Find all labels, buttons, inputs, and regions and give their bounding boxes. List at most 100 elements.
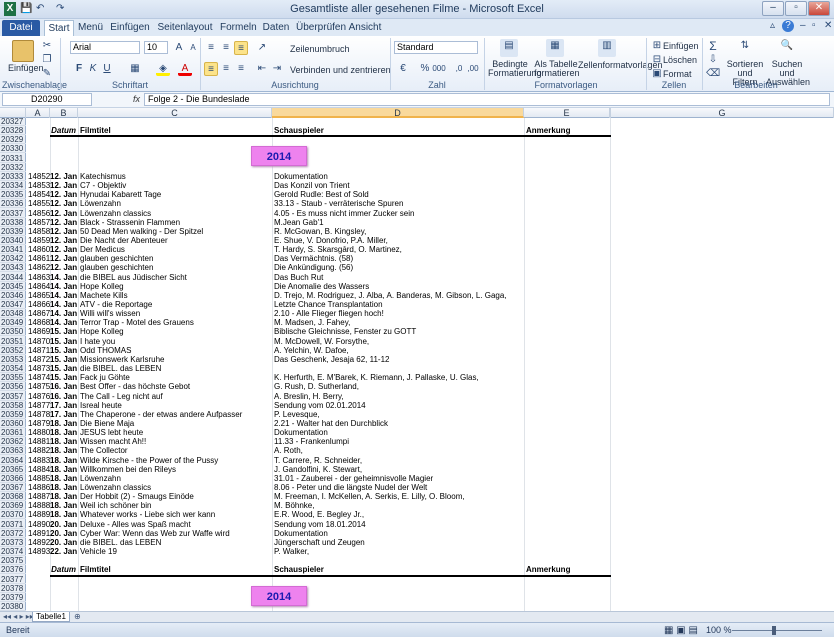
cell-actors[interactable]: M. McDowell, W. Forsythe,: [274, 338, 524, 346]
cell-number[interactable]: 14876: [28, 393, 50, 401]
row-header[interactable]: 20329: [0, 136, 26, 145]
align-left-icon[interactable]: ≡: [204, 62, 218, 76]
cell-film-title[interactable]: Hope Kolleg: [80, 283, 270, 291]
name-box[interactable]: D20290: [2, 93, 92, 106]
row-header[interactable]: 20342: [0, 255, 26, 264]
row-header[interactable]: 20350: [0, 328, 26, 337]
insert-cells-button[interactable]: Einfügen: [663, 41, 699, 51]
cell-actors[interactable]: 2.21 - Walter hat den Durchblick: [274, 420, 524, 428]
cell-film-title[interactable]: Löwenzahn classics: [80, 484, 270, 492]
cell-film-title[interactable]: The Call - Leg nicht auf: [80, 393, 270, 401]
cell-number[interactable]: 14863: [28, 274, 50, 282]
cell-actors[interactable]: P. Levesque,: [274, 411, 524, 419]
cell-date[interactable]: 18. Jan: [50, 429, 78, 437]
row-header[interactable]: 20340: [0, 236, 26, 245]
cell-film-title[interactable]: Löwenzahn classics: [80, 210, 270, 218]
cell-date[interactable]: 12. Jan: [50, 228, 78, 236]
cell-number[interactable]: 14853: [28, 182, 50, 190]
align-top-icon[interactable]: ≡: [204, 41, 218, 55]
row-header[interactable]: 20367: [0, 484, 26, 492]
column-header-e[interactable]: E: [524, 108, 610, 118]
minimize-ribbon-icon[interactable]: ▵: [770, 20, 775, 31]
cell-date[interactable]: 14. Jan: [50, 274, 78, 282]
cell-film-title[interactable]: Katechismus: [80, 173, 270, 181]
row-header[interactable]: 20365: [0, 465, 26, 474]
cell-number[interactable]: 14854: [28, 191, 50, 199]
row-header[interactable]: 20360: [0, 419, 26, 428]
cell-actors[interactable]: P. Walker,: [274, 548, 524, 556]
cell-number[interactable]: 14891: [28, 530, 50, 538]
row-header[interactable]: 20347: [0, 301, 26, 309]
cell-actors[interactable]: D. Trejo, M. Rodriguez, J. Alba, A. Band…: [274, 292, 524, 300]
row-header[interactable]: 20357: [0, 392, 26, 401]
cell-date[interactable]: 18. Jan: [50, 493, 78, 501]
cell-date[interactable]: 14. Jan: [50, 283, 78, 291]
cell-film-title[interactable]: C7 - Objektiv: [80, 182, 270, 190]
cell-grid[interactable]: Datum Filmtitel Schauspieler Anmerkung 2014 1…: [26, 118, 834, 611]
cell-number[interactable]: 14883: [28, 457, 50, 465]
cell-number[interactable]: 14859: [28, 237, 50, 245]
row-header[interactable]: 20327: [0, 118, 26, 126]
sheet-nav-icon[interactable]: ◂◂ ◂ ▸ ▸▸: [3, 612, 34, 621]
cell-date[interactable]: 14. Jan: [50, 319, 78, 327]
currency-icon[interactable]: €: [396, 62, 410, 76]
cell-actors[interactable]: Gerold Rudle: Best of Sold: [274, 191, 524, 199]
cell-number[interactable]: 14869: [28, 328, 50, 336]
sheet-tab-tabelle1[interactable]: Tabelle1: [32, 612, 70, 622]
cell-date[interactable]: 15. Jan: [50, 338, 78, 346]
cell-date[interactable]: 12. Jan: [50, 173, 78, 181]
paste-icon[interactable]: [12, 40, 34, 62]
underline-icon[interactable]: U: [100, 62, 114, 76]
row-header[interactable]: 20330: [0, 145, 26, 154]
cell-film-title[interactable]: Missionswerk Karlsruhe: [80, 356, 270, 364]
cell-number[interactable]: 14867: [28, 310, 50, 318]
cell-date[interactable]: 20. Jan: [50, 521, 78, 529]
cell-actors[interactable]: G. Rush, D. Sutherland,: [274, 383, 524, 391]
delete-cells-icon[interactable]: ⊟: [650, 53, 664, 67]
cell-film-title[interactable]: Hynudai Kabarett Tage: [80, 191, 270, 199]
cell-film-title[interactable]: Willi will's wissen: [80, 310, 270, 318]
cell-date[interactable]: 12. Jan: [50, 191, 78, 199]
cell-film-title[interactable]: die BIBEL. das LEBEN: [80, 365, 270, 373]
cell-actors[interactable]: [274, 365, 524, 373]
row-header[interactable]: 20366: [0, 474, 26, 483]
window-restore-icon[interactable]: ▫: [812, 20, 816, 31]
align-bottom-icon[interactable]: ≡: [234, 41, 248, 55]
cell-actors[interactable]: Sendung vom 18.01.2014: [274, 521, 524, 529]
cell-date[interactable]: 22. Jan: [50, 548, 78, 556]
cell-number[interactable]: 14887: [28, 493, 50, 501]
cell-film-title[interactable]: Odd THOMAS: [80, 347, 270, 355]
cell-date[interactable]: 18. Jan: [50, 438, 78, 446]
cell-number[interactable]: 14852: [28, 173, 50, 181]
row-header[interactable]: 20332: [0, 163, 26, 172]
font-color-icon[interactable]: A: [178, 62, 192, 76]
tab-seitenlayout[interactable]: Seitenlayout: [156, 20, 214, 36]
row-header[interactable]: 20363: [0, 447, 26, 456]
close-button[interactable]: ✕: [808, 1, 830, 16]
tab-ansicht[interactable]: Ansicht: [348, 20, 382, 36]
cell-actors[interactable]: E. Shue, V. Donofrio, P.A. Miller,: [274, 237, 524, 245]
cell-actors[interactable]: M. Madsen, J. Fahey,: [274, 319, 524, 327]
row-header[interactable]: 20361: [0, 429, 26, 438]
cell-actors[interactable]: Sendung vom 02.01.2014: [274, 402, 524, 410]
cell-actors[interactable]: 4.05 - Es muss nicht immer Zucker sein: [274, 210, 524, 218]
row-header[interactable]: 20376: [0, 566, 26, 575]
cell-film-title[interactable]: Isreal heute: [80, 402, 270, 410]
cell-number[interactable]: 14884: [28, 466, 50, 474]
insert-cells-icon[interactable]: ⊞: [650, 39, 664, 53]
cell-actors[interactable]: Dokumentation: [274, 429, 524, 437]
cell-actors[interactable]: 31.01 - Zauberei - der geheimnisvolle Ma…: [274, 475, 524, 483]
column-header-b[interactable]: B: [50, 108, 78, 118]
cell-date[interactable]: 15. Jan: [50, 374, 78, 382]
cell-actors[interactable]: J. Gandolfini, K. Stewart,: [274, 466, 524, 474]
row-header[interactable]: 20336: [0, 200, 26, 209]
cell-date[interactable]: 12. Jan: [50, 255, 78, 263]
cell-number[interactable]: 14857: [28, 219, 50, 227]
cell-number[interactable]: 14865: [28, 292, 50, 300]
cell-film-title[interactable]: Cyber War: Wenn das Web zur Waffe wird: [80, 530, 270, 538]
find-select-icon[interactable]: 🔍: [778, 39, 796, 57]
cell-number[interactable]: 14868: [28, 319, 50, 327]
cell-actors[interactable]: 33.13 - Staub - verräterische Spuren: [274, 200, 524, 208]
minimize-button[interactable]: –: [762, 1, 784, 16]
merge-center-button[interactable]: Verbinden und zentrieren: [290, 65, 391, 75]
